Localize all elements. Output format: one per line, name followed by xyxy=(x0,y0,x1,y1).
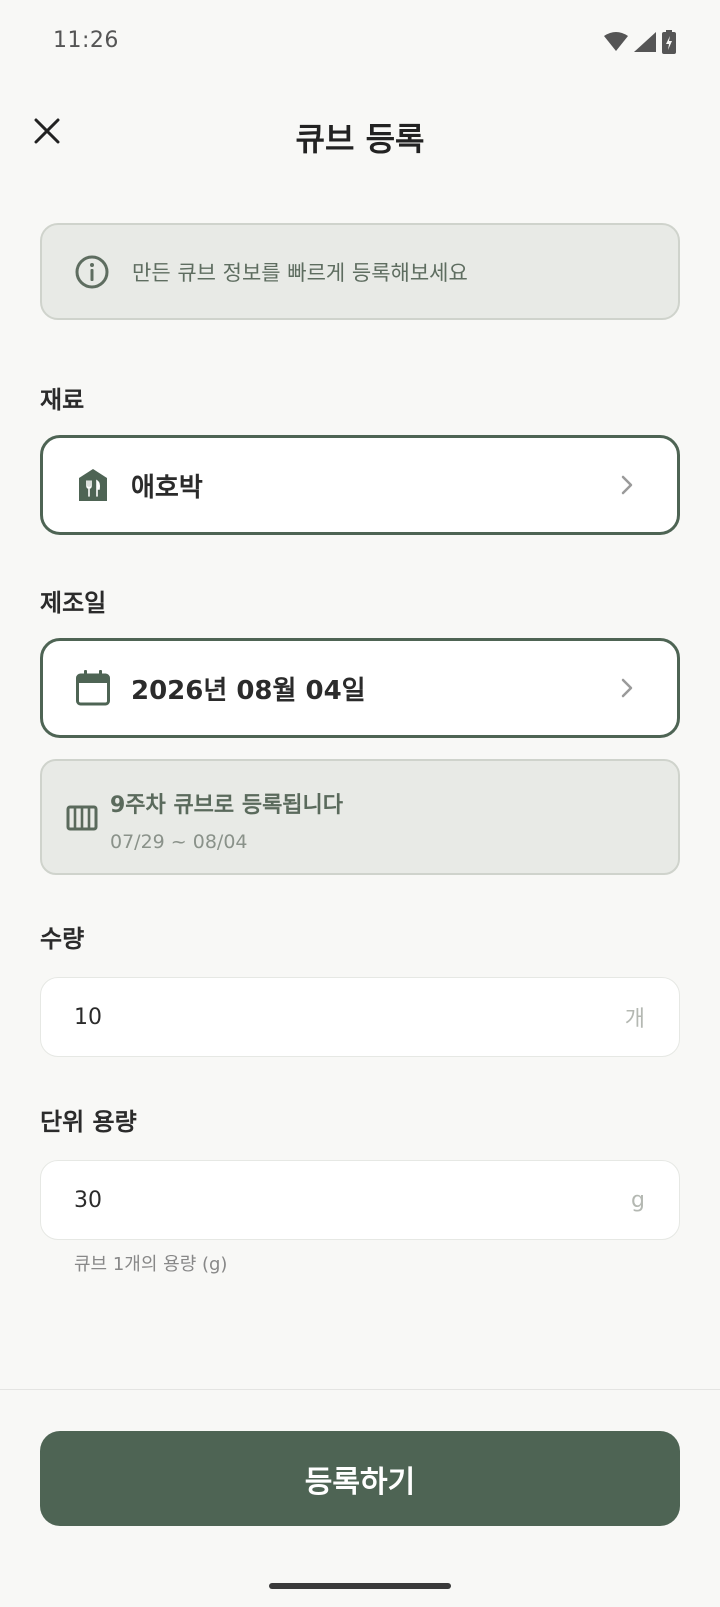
page-title: 큐브 등록 xyxy=(295,120,425,158)
week-info-banner: 9주차 큐브로 등록됩니다 07/29 ~ 08/04 xyxy=(40,759,680,875)
submit-button[interactable]: 등록하기 xyxy=(40,1431,680,1526)
production-date-value: 2026년 08월 04일 xyxy=(131,675,366,706)
production-date-label: 제조일 xyxy=(40,589,107,617)
unit-weight-field: g xyxy=(40,1160,680,1240)
status-icons xyxy=(604,30,676,54)
quantity-field: 개 xyxy=(40,977,680,1057)
battery-charging-icon xyxy=(662,30,676,54)
quantity-unit: 개 xyxy=(624,1007,645,1032)
bottom-divider xyxy=(0,1389,720,1390)
info-text: 만든 큐브 정보를 빠르게 등록해보세요 xyxy=(132,260,468,285)
week-range: 07/29 ~ 08/04 xyxy=(110,831,248,853)
ice-cube-tray-icon xyxy=(66,805,98,831)
wifi-icon xyxy=(604,32,628,51)
calendar-icon xyxy=(75,670,111,706)
production-date-select[interactable]: 2026년 08월 04일 xyxy=(40,638,680,738)
unit-weight-unit: g xyxy=(631,1187,645,1213)
status-bar: 11:26 xyxy=(0,0,720,86)
week-title: 9주차 큐브로 등록됩니다 xyxy=(110,793,344,818)
home-indicator xyxy=(269,1583,451,1589)
ingredient-label: 재료 xyxy=(40,386,85,414)
info-icon xyxy=(75,255,109,288)
unit-weight-input[interactable] xyxy=(74,1187,632,1213)
cube-register-screen: 11:26 큐브 등록 만든 큐브 정보를 빠르게 등록해보세요 재료 애호박 … xyxy=(0,0,720,1607)
unit-weight-label: 단위 용량 xyxy=(40,1108,137,1136)
chevron-right-icon xyxy=(621,475,633,495)
unit-weight-helper: 큐브 1개의 용량 (g) xyxy=(74,1254,228,1275)
pantry-store-icon xyxy=(75,467,111,503)
info-banner: 만든 큐브 정보를 빠르게 등록해보세요 xyxy=(40,223,680,320)
app-bar: 큐브 등록 xyxy=(0,96,720,176)
quantity-input[interactable] xyxy=(74,1004,625,1030)
signal-icon xyxy=(634,32,656,52)
quantity-label: 수량 xyxy=(40,925,85,953)
ingredient-select[interactable]: 애호박 xyxy=(40,435,680,535)
status-time: 11:26 xyxy=(53,28,119,53)
ingredient-value: 애호박 xyxy=(131,472,203,503)
chevron-right-icon xyxy=(621,678,633,698)
